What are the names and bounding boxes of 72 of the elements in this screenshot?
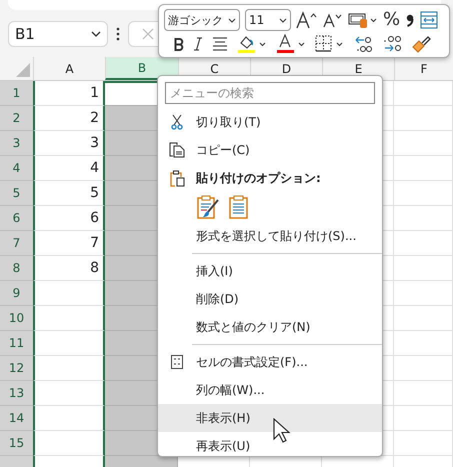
increase-decimal-icon[interactable]	[383, 35, 403, 53]
row-header[interactable]: 11	[0, 331, 33, 356]
table-cell	[394, 406, 453, 431]
table-cell	[394, 181, 453, 206]
menu-search-field[interactable]: メニューの検索	[165, 82, 375, 104]
table-cell	[394, 256, 453, 281]
comma-style-icon[interactable]	[405, 12, 416, 28]
paste-values-icon[interactable]	[228, 194, 250, 220]
row-header[interactable]: 7	[0, 231, 33, 256]
table-cell	[394, 306, 453, 331]
fill-color-icon[interactable]	[237, 34, 267, 54]
table-cell	[394, 431, 453, 456]
font-color-icon[interactable]	[276, 34, 306, 54]
table-cell	[394, 156, 453, 181]
menu-item[interactable]: 列の幅(W)...	[158, 376, 382, 404]
align-icon[interactable]	[212, 37, 228, 51]
copy-icon	[169, 142, 185, 158]
decrease-decimal-icon[interactable]	[354, 35, 374, 53]
chevron-icon	[91, 30, 101, 36]
shrink-font-icon[interactable]	[323, 12, 343, 28]
grow-font-icon[interactable]	[296, 11, 318, 29]
row-header[interactable]: 9	[0, 281, 33, 306]
table-cell	[394, 81, 453, 106]
row-header[interactable]: 10	[0, 306, 33, 331]
table-cell	[394, 281, 453, 306]
column-header[interactable]: B	[105, 57, 178, 80]
menu-item[interactable]: コピー(C)	[158, 136, 382, 164]
borders-icon[interactable]	[315, 35, 345, 53]
menu-item[interactable]: 切り取り(T)	[158, 108, 382, 136]
mouse-pointer-icon	[273, 418, 291, 444]
italic-icon[interactable]	[193, 37, 203, 51]
name-box[interactable]: B1	[8, 20, 108, 46]
table-cell	[394, 131, 453, 156]
chevron-icon	[228, 18, 236, 22]
clipboard-icon	[170, 170, 184, 186]
font-size-dropdown[interactable]: 11	[245, 9, 291, 31]
table-cell	[394, 106, 453, 131]
menu-item[interactable]: 数式と値のクリア(N)	[158, 313, 382, 341]
menu-item[interactable]: 削除(D)	[158, 285, 382, 313]
menu-item[interactable]: 非表示(H)	[158, 404, 382, 432]
format-cells-icon	[171, 355, 183, 369]
row-header[interactable]: 13	[0, 381, 33, 406]
paste-options-heading: 貼り付けのオプション:	[158, 164, 325, 192]
row-header[interactable]: 15	[0, 431, 33, 456]
row-header[interactable]: 12	[0, 356, 33, 381]
currency-icon[interactable]	[348, 11, 378, 29]
percent-style-button[interactable]: %	[383, 10, 400, 30]
table-cell	[394, 206, 453, 231]
close-icon	[142, 28, 154, 40]
table-cell	[394, 331, 453, 356]
row-header[interactable]: 4	[0, 156, 33, 181]
table-cell	[394, 381, 453, 406]
table-cell	[394, 356, 453, 381]
menu-item[interactable]: 再表示(U)	[158, 432, 382, 460]
row-header[interactable]: 3	[0, 131, 33, 156]
format-painter-icon[interactable]	[412, 35, 432, 53]
row-header[interactable]: 1	[0, 81, 33, 106]
row-header[interactable]: 2	[0, 106, 33, 131]
menu-item[interactable]: 挿入(I)	[158, 257, 382, 285]
bold-icon[interactable]	[174, 38, 184, 50]
menu-item[interactable]: 形式を選択して貼り付け(S)...	[158, 222, 382, 250]
row-header[interactable]: 6	[0, 206, 33, 231]
row-header[interactable]: 5	[0, 181, 33, 206]
menu-item[interactable]: セルの書式設定(F)...	[158, 348, 382, 376]
row-header[interactable]: 14	[0, 406, 33, 431]
scissors-icon	[171, 114, 183, 130]
more-icon[interactable]	[116, 26, 120, 40]
table-cell	[394, 231, 453, 256]
wrap-width-icon[interactable]	[420, 11, 438, 29]
font-dropdown[interactable]: 游ゴシック	[164, 9, 240, 31]
chevron-icon	[279, 18, 287, 22]
row-header[interactable]: 8	[0, 256, 33, 281]
